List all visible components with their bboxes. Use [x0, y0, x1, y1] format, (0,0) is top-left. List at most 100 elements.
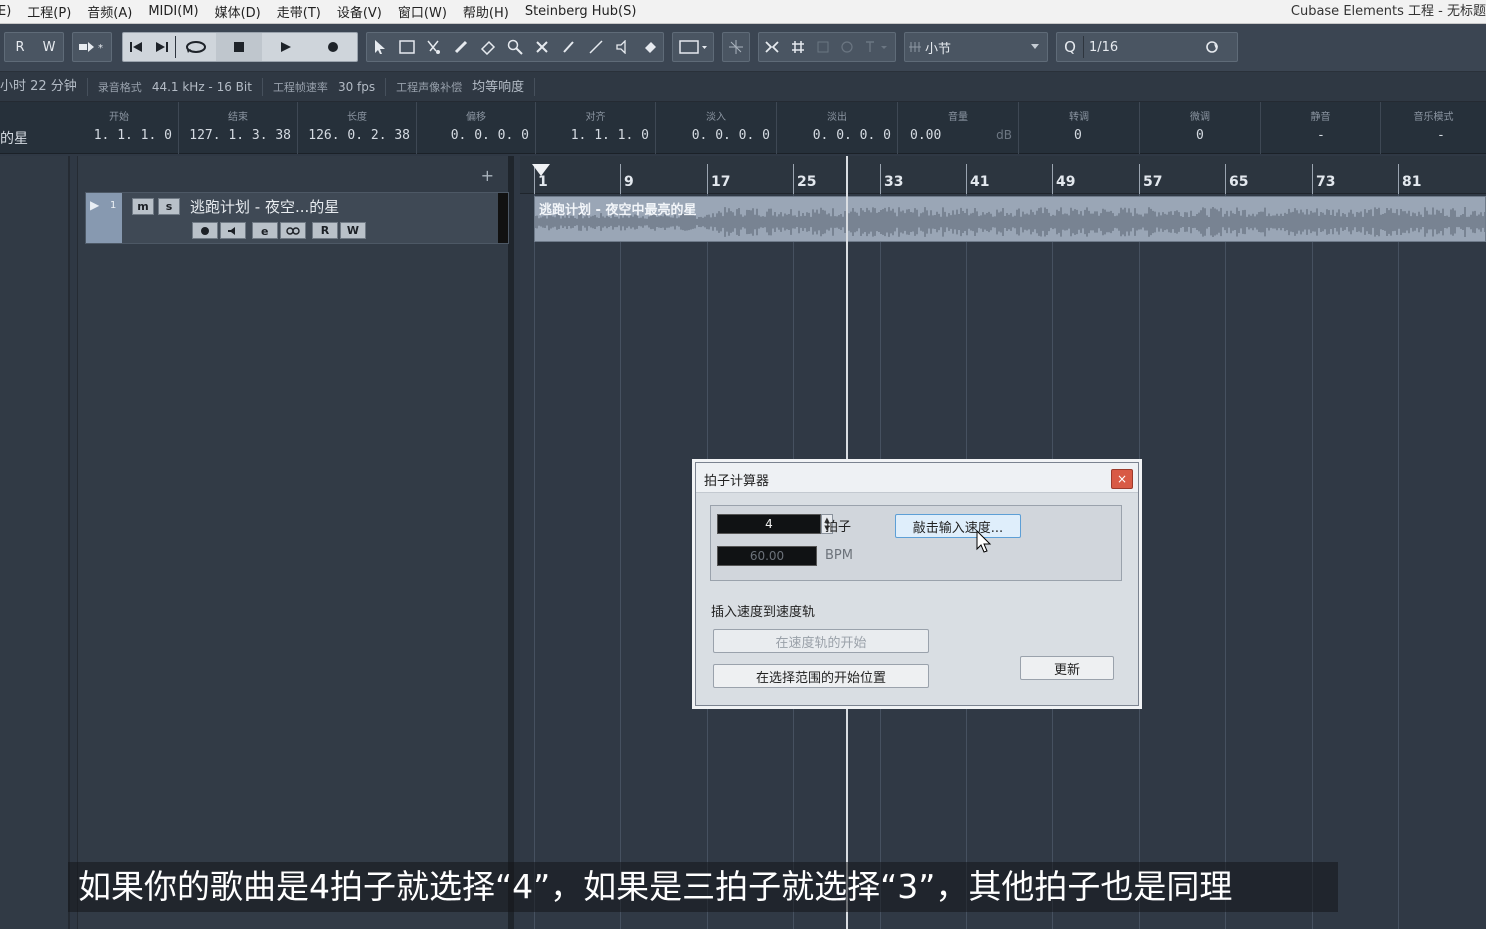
glue-icon[interactable] [448, 33, 475, 61]
record-format-label: 录音格式 [97, 80, 142, 94]
stop-icon[interactable] [216, 33, 262, 61]
snap-type-icon[interactable] [859, 33, 893, 61]
zoom-icon[interactable] [502, 33, 529, 61]
menu-midi[interactable]: MIDI(M) [140, 4, 206, 19]
transpose-value[interactable]: 0 [1074, 128, 1082, 143]
record-enable-icon[interactable] [192, 222, 218, 239]
color-icon[interactable] [636, 33, 663, 61]
quantize-button[interactable]: Q [1057, 33, 1083, 61]
end-cell[interactable]: 结束 127. 1. 3. 38 [179, 102, 298, 154]
fade-in-cell[interactable]: 淡入 0. 0. 0. 0 [656, 102, 777, 154]
update-button[interactable]: 更新 [1020, 656, 1114, 680]
musical-mode-value[interactable]: - [1437, 128, 1445, 143]
menu-window[interactable]: 窗口(W) [390, 2, 455, 21]
offset-cell[interactable]: 偏移 0. 0. 0. 0 [417, 102, 536, 154]
mute-cell[interactable]: 静音 - [1261, 102, 1381, 154]
musical-mode-cell[interactable]: 音乐模式 - [1381, 102, 1486, 154]
snap-cell[interactable]: 对齐 1. 1. 1. 0 [536, 102, 656, 154]
monitor-icon[interactable] [220, 222, 246, 239]
track-selection-strip[interactable]: ▶ 1 [86, 193, 122, 243]
mute-button[interactable]: m [132, 198, 154, 215]
close-icon[interactable]: × [1111, 469, 1133, 489]
color-swatch-group[interactable] [672, 32, 714, 62]
grid-type-dropdown[interactable]: 小节 [904, 32, 1048, 62]
pan-law[interactable]: 工程声像补偿 均等响度 [386, 77, 536, 96]
cycle-loop-icon[interactable] [176, 33, 216, 61]
go-to-end-icon[interactable] [149, 33, 175, 61]
menu-audio[interactable]: 音频(A) [79, 2, 140, 21]
volume-cell[interactable]: 音量 0.00 dB [898, 102, 1019, 154]
menu-media[interactable]: 媒体(D) [207, 2, 269, 21]
object-select-icon[interactable] [367, 33, 394, 61]
frame-rate[interactable]: 工程帧速率 30 fps [263, 77, 387, 96]
fade-in-value[interactable]: 0. 0. 0. 0 [692, 128, 770, 143]
edit-channel-icon[interactable]: e [252, 222, 278, 239]
dialog-titlebar[interactable]: 拍子计算器 × [696, 463, 1138, 493]
quantize-cycle-icon[interactable] [1202, 33, 1222, 61]
color-swatch-icon[interactable] [673, 33, 713, 61]
end-value[interactable]: 127. 1. 3. 38 [189, 128, 291, 143]
audio-track[interactable]: ▶ 1 m s 逃跑计划 - 夜空...的星 e R W [85, 192, 509, 244]
menu-devices[interactable]: 设备(V) [329, 2, 390, 21]
read-automation-button[interactable]: R [5, 33, 35, 61]
mute-tool-icon[interactable] [528, 33, 555, 61]
draw-icon[interactable] [555, 33, 582, 61]
menu-help[interactable]: 帮助(H) [455, 2, 517, 21]
volume-value[interactable]: 0.00 [910, 128, 941, 143]
snap-value[interactable]: 1. 1. 1. 0 [571, 128, 649, 143]
transpose-cell[interactable]: 转调 0 [1019, 102, 1140, 154]
tap-tempo-button[interactable]: 敲击输入速度... [895, 514, 1021, 538]
beats-field[interactable]: 4 [717, 514, 821, 534]
fade-out-value[interactable]: 0. 0. 0. 0 [813, 128, 891, 143]
ruler[interactable]: 1 9 17 25 33 41 49 57 65 73 81 [520, 156, 1486, 194]
finetune-value[interactable]: 0 [1196, 128, 1204, 143]
offset-value[interactable]: 0. 0. 0. 0 [451, 128, 529, 143]
fade-out-cell[interactable]: 淡出 0. 0. 0. 0 [777, 102, 898, 154]
audio-event[interactable]: 逃跑计划 - 夜空中最亮的星 [534, 196, 1486, 242]
insert-at-selection-start-button[interactable]: 在选择范围的开始位置 [713, 664, 929, 688]
play-icon[interactable] [262, 33, 310, 61]
autoscroll-icon[interactable]: * [73, 33, 111, 61]
track-name[interactable]: 逃跑计划 - 夜空...的星 [190, 196, 339, 217]
mute-value[interactable]: - [1317, 128, 1325, 143]
finetune-cell[interactable]: 微调 0 [1140, 102, 1261, 154]
record-format[interactable]: 录音格式 44.1 kHz - 16 Bit [88, 77, 263, 96]
magnetic-cursor-icon[interactable] [835, 33, 859, 61]
length-cell[interactable]: 长度 126. 0. 2. 38 [298, 102, 417, 154]
snap-zero-crossing-icon[interactable] [723, 33, 749, 61]
autoscroll-toggle[interactable] [722, 32, 750, 62]
grid-relative-icon[interactable] [811, 33, 835, 61]
line-icon[interactable] [582, 33, 609, 61]
lock-time-icon[interactable] [280, 222, 306, 239]
bar-grid-line [1398, 194, 1399, 929]
menu-transport[interactable]: 走带(T) [269, 2, 329, 21]
record-icon[interactable] [310, 33, 356, 61]
play-tool-icon[interactable] [609, 33, 636, 61]
start-cell[interactable]: 开始 1. 1. 1. 0 [60, 102, 179, 154]
grid-icon[interactable] [785, 33, 811, 61]
menu-project[interactable]: 工程(P) [19, 2, 79, 21]
left-locator-icon[interactable] [532, 164, 550, 176]
track-number: 1 [110, 200, 117, 211]
read-automation-track-button[interactable]: R [312, 222, 338, 239]
menu-edit[interactable]: E) [0, 4, 19, 19]
dialog-title: 拍子计算器 [704, 474, 770, 489]
insert-at-tempo-track-start-button[interactable]: 在速度轨的开始 [713, 629, 929, 653]
expand-arrow-icon[interactable]: ▶ [90, 198, 99, 212]
length-value[interactable]: 126. 0. 2. 38 [308, 128, 410, 143]
tempo-panel: 4 ▲ ▼ 拍子 60.00 BPM 敲击输入速度... [710, 505, 1122, 581]
snap-toggle-icon[interactable] [759, 33, 785, 61]
solo-button[interactable]: s [158, 198, 180, 215]
write-automation-button[interactable]: W [35, 33, 63, 61]
event-name[interactable]: 的星 [0, 128, 28, 148]
erase-icon[interactable] [475, 33, 502, 61]
ruler-bar-label: 17 [711, 174, 731, 190]
split-icon[interactable] [421, 33, 448, 61]
range-select-icon[interactable] [394, 33, 421, 61]
write-automation-track-button[interactable]: W [340, 222, 366, 239]
start-value[interactable]: 1. 1. 1. 0 [94, 128, 172, 143]
add-track-button[interactable]: + [481, 166, 494, 185]
menu-steinberg-hub[interactable]: Steinberg Hub(S) [517, 4, 645, 19]
go-to-start-icon[interactable] [123, 33, 149, 61]
quantize-value[interactable]: 1/16 [1084, 33, 1202, 61]
